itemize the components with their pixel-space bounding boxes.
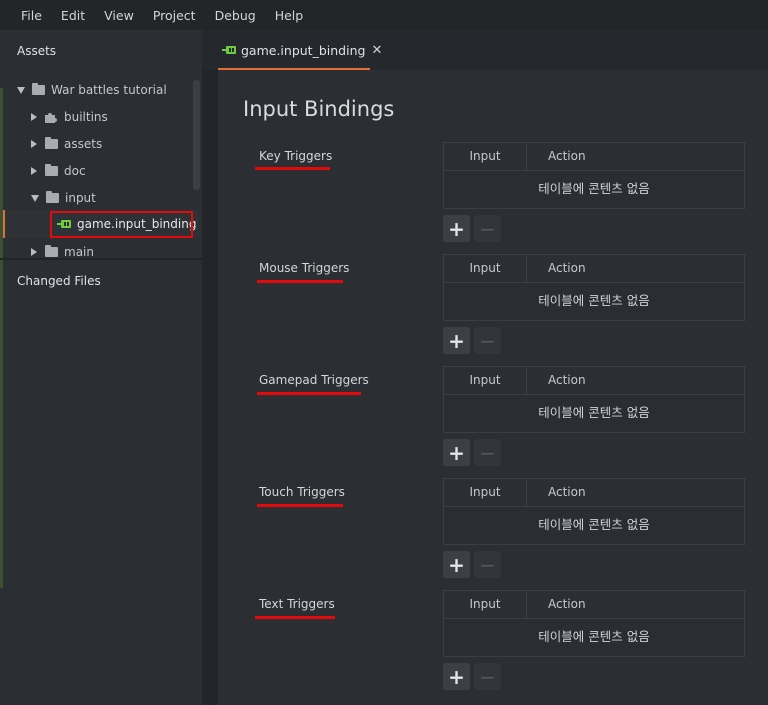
tree-item-doc[interactable]: doc	[0, 159, 194, 183]
tree-item-label: doc	[64, 164, 86, 178]
add-key-trigger-button[interactable]: +	[443, 215, 470, 242]
panel-divider[interactable]	[0, 258, 202, 260]
menu-help[interactable]: Help	[254, 8, 304, 23]
remove-key-trigger-button[interactable]: −	[474, 215, 501, 242]
table-empty-placeholder: 테이블에 콘텐츠 없음	[538, 629, 650, 644]
chevron-right-icon[interactable]	[31, 140, 37, 148]
table-header: Input Action	[444, 479, 744, 507]
mouse-triggers-table: Input Action 테이블에 콘텐츠 없음	[443, 254, 745, 321]
section-label-gamepad-triggers: Gamepad Triggers	[259, 373, 369, 387]
key-triggers-table: Input Action 테이블에 콘텐츠 없음	[443, 142, 745, 209]
text-triggers-table: Input Action 테이블에 콘텐츠 없음	[443, 590, 745, 657]
column-header-input[interactable]: Input	[444, 143, 527, 170]
section-label-key-triggers: Key Triggers	[259, 149, 333, 163]
column-header-action[interactable]: Action	[548, 255, 586, 282]
tree-item-main[interactable]: main	[0, 240, 194, 259]
chevron-right-icon[interactable]	[31, 167, 37, 175]
annotation-underline	[257, 392, 361, 395]
remove-touch-trigger-button[interactable]: −	[474, 551, 501, 578]
column-header-action[interactable]: Action	[548, 591, 586, 618]
column-header-input[interactable]: Input	[444, 367, 527, 394]
puzzle-icon	[45, 113, 57, 123]
gamepad-triggers-table: Input Action 테이블에 콘텐츠 없음	[443, 366, 745, 433]
table-header: Input Action	[444, 591, 744, 619]
annotation-underline	[255, 616, 335, 619]
annotation-underline	[257, 504, 343, 507]
folder-icon	[46, 191, 59, 203]
remove-mouse-trigger-button[interactable]: −	[474, 327, 501, 354]
menu-debug[interactable]: Debug	[194, 8, 256, 23]
close-icon[interactable]: ✕	[371, 43, 382, 58]
folder-icon	[45, 137, 58, 149]
column-header-action[interactable]: Action	[548, 143, 586, 170]
table-empty-placeholder: 테이블에 콘텐츠 없음	[538, 517, 650, 532]
tree-scrollbar[interactable]	[193, 80, 200, 190]
table-header: Input Action	[444, 255, 744, 283]
chevron-right-icon[interactable]	[31, 113, 37, 121]
tab-label: game.input_binding	[241, 42, 366, 58]
tree-item-label: input	[65, 191, 96, 205]
section-label-mouse-triggers: Mouse Triggers	[259, 261, 350, 275]
folder-icon	[45, 245, 58, 257]
assets-panel: Assets War battles tutorial builtins ass…	[0, 30, 202, 705]
add-mouse-trigger-button[interactable]: +	[443, 327, 470, 354]
page-title: Input Bindings	[243, 97, 395, 121]
chevron-down-icon[interactable]	[31, 194, 39, 202]
tree-item-input[interactable]: input	[0, 186, 194, 210]
column-header-action[interactable]: Action	[548, 479, 586, 506]
tree-item-assets[interactable]: assets	[0, 132, 194, 156]
table-header: Input Action	[444, 143, 744, 171]
editor-area: game.input_binding ✕ Input Bindings Key …	[202, 30, 768, 705]
column-header-input[interactable]: Input	[444, 479, 527, 506]
add-touch-trigger-button[interactable]: +	[443, 551, 470, 578]
menu-project[interactable]: Project	[132, 8, 196, 23]
column-header-input[interactable]: Input	[444, 591, 527, 618]
chevron-down-icon[interactable]	[17, 86, 25, 94]
remove-text-trigger-button[interactable]: −	[474, 663, 501, 690]
menu-view[interactable]: View	[83, 8, 134, 23]
folder-icon	[32, 83, 45, 95]
tab-bar: game.input_binding ✕	[202, 30, 768, 70]
column-header-input[interactable]: Input	[444, 255, 527, 282]
tree-item-war-battles-tutorial[interactable]: War battles tutorial	[0, 78, 194, 102]
section-label-touch-triggers: Touch Triggers	[259, 485, 345, 499]
folder-icon	[45, 164, 58, 176]
assets-panel-title: Assets	[17, 44, 57, 58]
tree-item-label: main	[64, 245, 94, 259]
tree-item-builtins[interactable]: builtins	[0, 105, 194, 129]
table-header: Input Action	[444, 367, 744, 395]
input-binding-icon	[222, 46, 236, 54]
table-empty-placeholder: 테이블에 콘텐츠 없음	[538, 181, 650, 196]
tree-item-label: assets	[64, 137, 103, 151]
add-gamepad-trigger-button[interactable]: +	[443, 439, 470, 466]
remove-gamepad-trigger-button[interactable]: −	[474, 439, 501, 466]
tree-item-label: builtins	[64, 110, 108, 124]
section-label-text-triggers: Text Triggers	[259, 597, 335, 611]
chevron-right-icon[interactable]	[31, 248, 37, 256]
add-text-trigger-button[interactable]: +	[443, 663, 470, 690]
menu-bar: File Edit View Project Debug Help	[0, 0, 768, 30]
annotation-underline	[255, 167, 330, 170]
tab-game-input-binding[interactable]: game.input_binding ✕	[218, 30, 382, 70]
menu-file[interactable]: File	[0, 8, 42, 23]
annotation-box	[50, 211, 193, 238]
menu-edit[interactable]: Edit	[40, 8, 85, 23]
table-empty-placeholder: 테이블에 콘텐츠 없음	[538, 405, 650, 420]
table-empty-placeholder: 테이블에 콘텐츠 없음	[538, 293, 650, 308]
annotation-underline	[257, 280, 343, 283]
touch-triggers-table: Input Action 테이블에 콘텐츠 없음	[443, 478, 745, 545]
input-bindings-editor: Input Bindings Key Triggers Input Action…	[218, 70, 768, 705]
tree-item-label: War battles tutorial	[51, 83, 167, 97]
changed-files-title: Changed Files	[17, 274, 101, 288]
column-header-action[interactable]: Action	[548, 367, 586, 394]
